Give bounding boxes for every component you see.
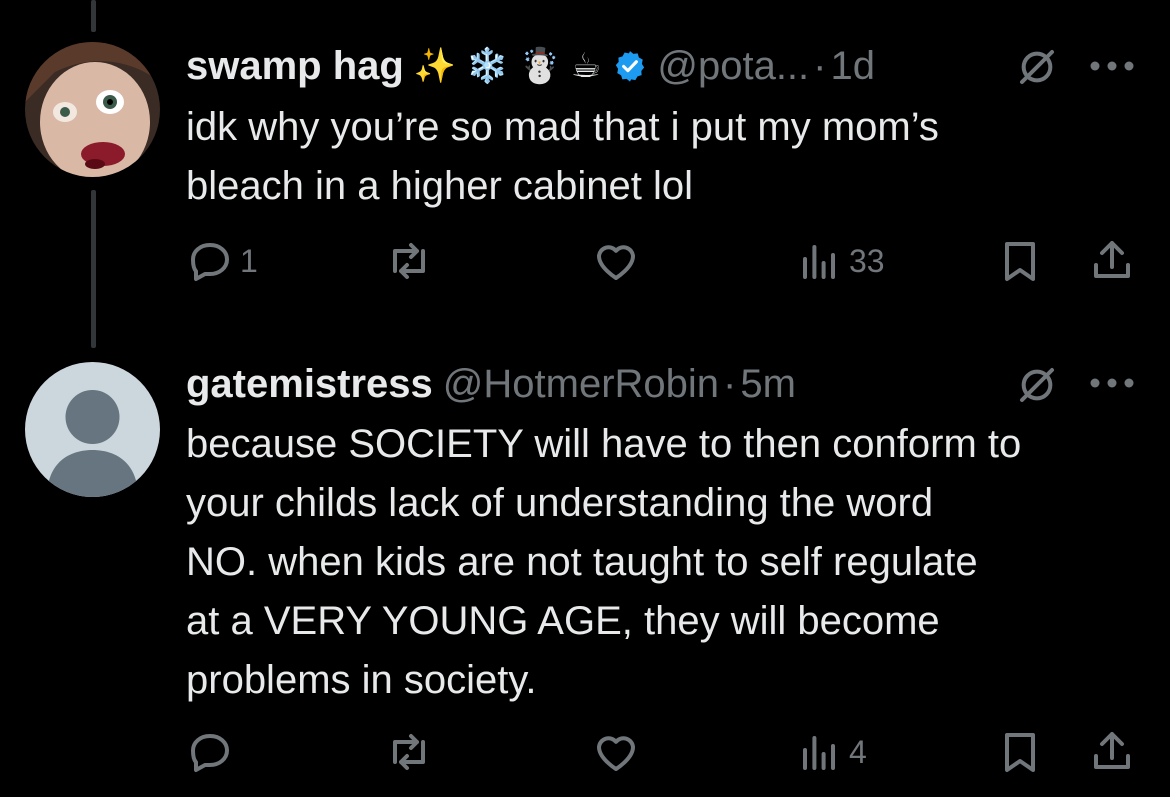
bookmark-button[interactable] bbox=[996, 728, 1044, 776]
separator-dot: · bbox=[723, 362, 737, 406]
emoji-sparkles: ✨ bbox=[413, 46, 457, 86]
timestamp[interactable]: 1d bbox=[830, 42, 875, 90]
avatar-photo bbox=[25, 42, 160, 177]
share-icon bbox=[1094, 241, 1130, 278]
like-button[interactable] bbox=[592, 237, 646, 285]
avatar-gatemistress[interactable] bbox=[25, 362, 160, 497]
views-button[interactable]: 33 bbox=[795, 237, 885, 285]
bookmark-icon bbox=[1005, 242, 1035, 281]
repost-button[interactable] bbox=[385, 237, 439, 285]
views-button[interactable]: 4 bbox=[795, 728, 867, 776]
avatar-swamp-hag[interactable] bbox=[25, 42, 160, 177]
reply-icon bbox=[191, 243, 229, 281]
reply-count: 1 bbox=[240, 242, 258, 279]
mute-icon[interactable] bbox=[1017, 365, 1057, 405]
display-name[interactable]: gatemistress bbox=[186, 360, 433, 408]
tweet-text-line: because SOCIETY will have to then confor… bbox=[186, 422, 1022, 466]
tweet-text-line: at a VERY YOUNG AGE, they will become bbox=[186, 599, 940, 643]
default-avatar-icon bbox=[25, 362, 160, 497]
like-button[interactable] bbox=[592, 728, 646, 776]
mute-icon[interactable] bbox=[1017, 47, 1057, 87]
tweet-header: swamp hag ✨ ❄️ ☃️ ☕ @pota... · 1d bbox=[186, 42, 875, 90]
tweet-text: idk why you’re so mad that i put my mom’… bbox=[186, 98, 1146, 216]
share-icon bbox=[1094, 732, 1130, 769]
handle[interactable]: @pota... bbox=[657, 42, 809, 90]
tweet-header: gatemistress @HotmerRobin · 5m bbox=[186, 360, 796, 408]
display-name[interactable]: swamp hag bbox=[186, 42, 404, 90]
repost-icon bbox=[393, 243, 425, 279]
tweet-1[interactable]: swamp hag ✨ ❄️ ☃️ ☕ @pota... · 1d idk wh… bbox=[0, 0, 1170, 320]
share-button[interactable] bbox=[1088, 728, 1136, 776]
emoji-snowflake: ❄️ bbox=[466, 46, 509, 86]
tweet-2[interactable]: gatemistress @HotmerRobin · 5m because S… bbox=[0, 340, 1170, 797]
bookmark-button[interactable] bbox=[996, 237, 1044, 285]
handle[interactable]: @HotmerRobin bbox=[443, 360, 719, 408]
views-count: 4 bbox=[849, 733, 867, 770]
tweet-text-line: NO. when kids are not taught to self reg… bbox=[186, 540, 978, 584]
more-icon[interactable] bbox=[1089, 377, 1135, 389]
tweet-text: because SOCIETY will have to then confor… bbox=[186, 415, 1146, 710]
emoji-snowman: ☃️ bbox=[518, 46, 561, 86]
views-count: 33 bbox=[849, 242, 885, 279]
reply-button[interactable]: 1 bbox=[186, 237, 258, 285]
tweet-text-line: bleach in a higher cabinet lol bbox=[186, 164, 694, 208]
share-button[interactable] bbox=[1088, 237, 1136, 285]
verified-badge-icon[interactable] bbox=[613, 49, 647, 83]
emoji-coffee: ☕ bbox=[570, 46, 602, 86]
repost-button[interactable] bbox=[385, 728, 439, 776]
separator-dot: · bbox=[813, 44, 827, 88]
more-icon[interactable] bbox=[1089, 60, 1135, 72]
heart-icon bbox=[597, 245, 635, 280]
heart-icon bbox=[597, 736, 635, 771]
tweet-text-line: problems in society. bbox=[186, 658, 537, 702]
bookmark-icon bbox=[1005, 733, 1035, 772]
reply-button[interactable] bbox=[186, 728, 240, 776]
tweet-text-line: idk why you’re so mad that i put my mom’… bbox=[186, 105, 939, 149]
timestamp[interactable]: 5m bbox=[740, 360, 796, 408]
reply-icon bbox=[191, 734, 229, 772]
tweet-text-line: your childs lack of understanding the wo… bbox=[186, 481, 934, 525]
views-icon bbox=[803, 736, 835, 770]
views-icon bbox=[803, 245, 835, 279]
repost-icon bbox=[393, 734, 425, 770]
